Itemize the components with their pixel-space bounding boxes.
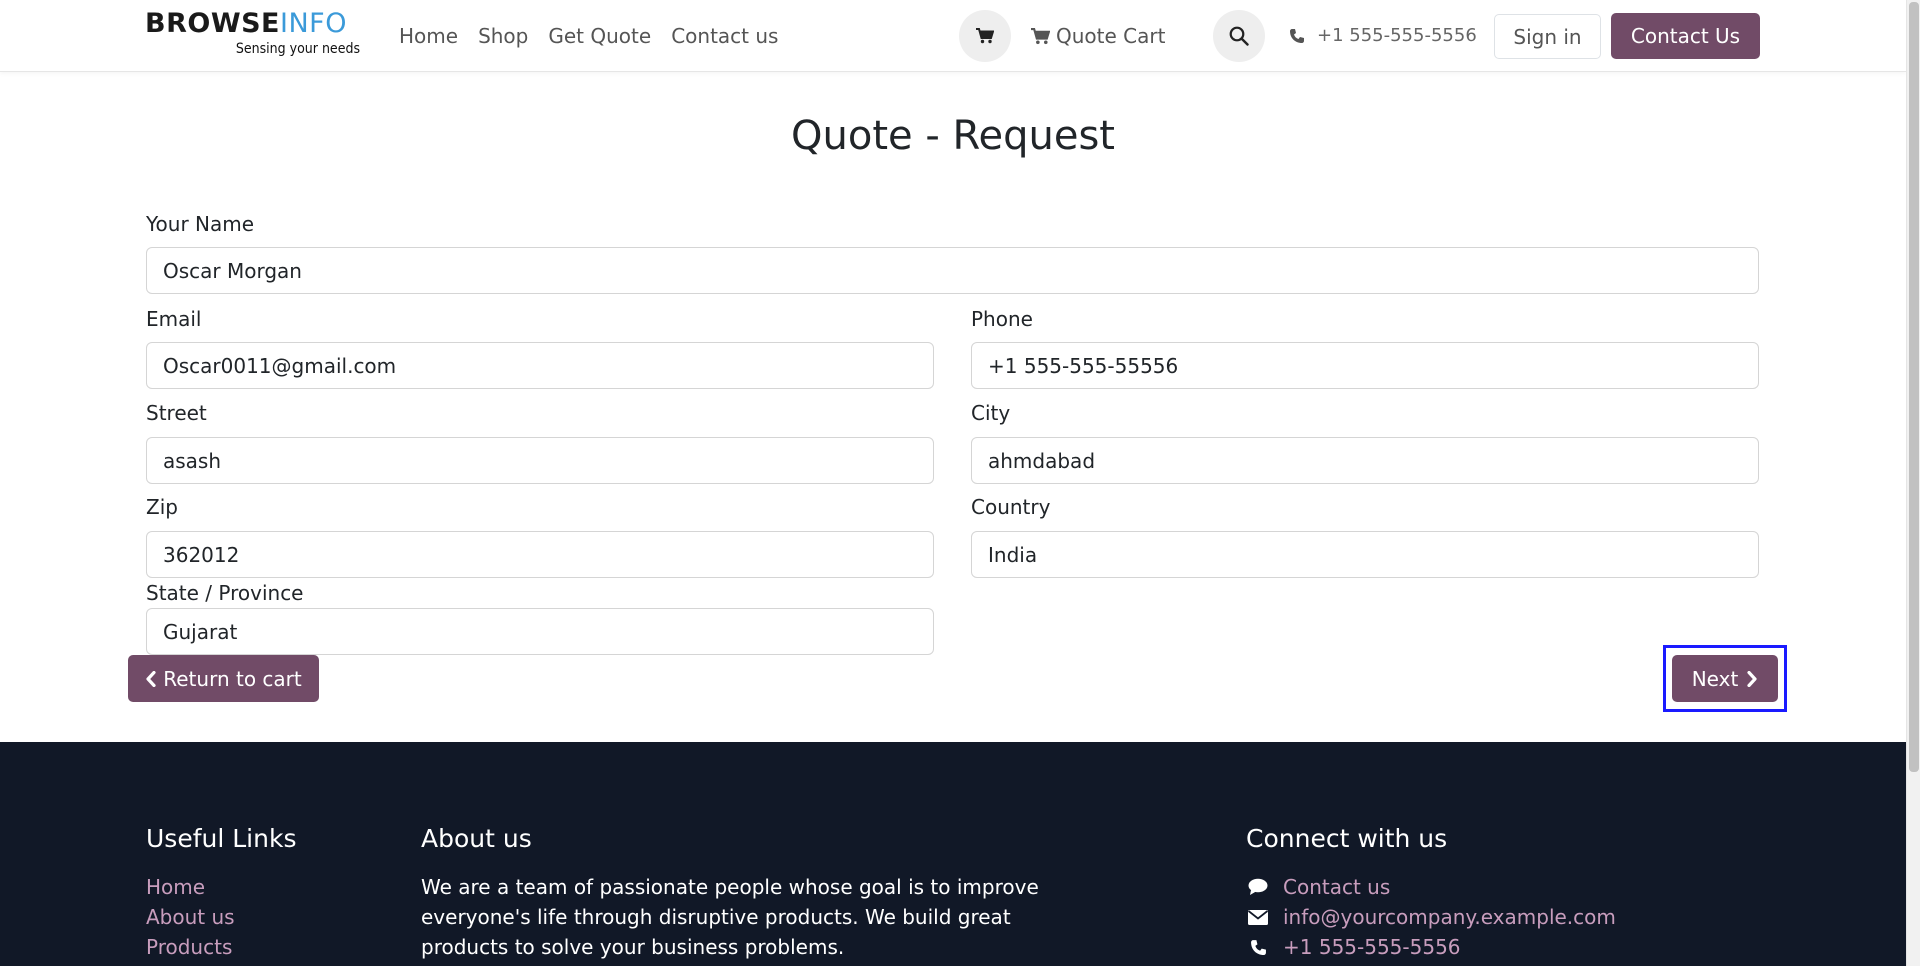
email-field[interactable] — [146, 342, 934, 389]
search-button[interactable] — [1213, 10, 1265, 62]
city-label: City — [971, 401, 1011, 425]
name-label: Your Name — [146, 212, 255, 236]
contact-us-button[interactable]: Contact Us — [1611, 13, 1760, 59]
sign-in-button[interactable]: Sign in — [1494, 14, 1601, 59]
phone-icon — [1250, 939, 1266, 955]
nav-get-quote[interactable]: Get Quote — [548, 22, 651, 50]
about-us-text: We are a team of passionate people whose… — [421, 875, 1039, 959]
name-field[interactable] — [146, 247, 1759, 294]
next-button[interactable]: Next — [1672, 655, 1778, 702]
footer-email-text: info@yourcompany.example.com — [1283, 905, 1616, 929]
footer-link-home[interactable]: Home — [146, 873, 205, 901]
browseinfo-logo[interactable]: BROWSEINFO Sensing your needs — [145, 8, 360, 64]
envelope-icon — [1248, 909, 1268, 925]
page-title: Quote - Request — [791, 113, 1115, 159]
footer-link-about-us[interactable]: About us — [146, 903, 235, 931]
zip-field[interactable] — [146, 531, 934, 578]
header-phone-number: +1 555-555-5556 — [1317, 25, 1477, 46]
quote-cart-link[interactable]: Quote Cart — [1031, 22, 1165, 50]
return-to-cart-label: Return to cart — [163, 666, 302, 691]
street-field[interactable] — [146, 437, 934, 484]
header-phone[interactable]: +1 555-555-5556 — [1289, 24, 1477, 48]
state-field[interactable] — [146, 608, 934, 655]
comment-icon — [1248, 878, 1268, 895]
return-to-cart-button[interactable]: Return to cart — [128, 655, 319, 702]
phone-field[interactable] — [971, 342, 1759, 389]
street-label: Street — [146, 401, 207, 425]
footer-email-link[interactable]: info@yourcompany.example.com — [1247, 903, 1616, 931]
site-header: BROWSEINFO Sensing your needs Home Shop … — [0, 0, 1906, 72]
nav-home[interactable]: Home — [399, 22, 458, 50]
search-icon — [1229, 26, 1249, 46]
phone-label: Phone — [971, 307, 1033, 331]
scrollbar-thumb[interactable] — [1909, 2, 1919, 772]
footer-phone-text: +1 555-555-5556 — [1283, 935, 1461, 959]
connect-heading: Connect with us — [1246, 824, 1448, 853]
country-field[interactable] — [971, 531, 1759, 578]
logo-wordmark: BROWSEINFO — [145, 8, 347, 39]
main-nav: Home Shop Get Quote Contact us — [399, 22, 798, 50]
cart-icon — [1031, 27, 1050, 44]
page-scrollbar[interactable] — [1906, 0, 1920, 966]
phone-icon — [1290, 29, 1304, 43]
about-us-heading: About us — [421, 824, 532, 853]
email-label: Email — [146, 307, 202, 331]
state-label: State / Province — [146, 581, 304, 605]
city-field[interactable] — [971, 437, 1759, 484]
country-label: Country — [971, 495, 1051, 519]
next-label: Next — [1691, 666, 1739, 691]
useful-links-heading: Useful Links — [146, 824, 297, 853]
cart-icon — [976, 28, 994, 44]
nav-shop[interactable]: Shop — [478, 22, 528, 50]
footer-contact-link[interactable]: Contact us — [1247, 873, 1390, 901]
footer-link-products[interactable]: Products — [146, 933, 232, 961]
quote-cart-label: Quote Cart — [1056, 24, 1166, 48]
chevron-left-icon — [146, 670, 156, 687]
site-footer: Useful Links Home About us Products Abou… — [0, 742, 1906, 966]
zip-label: Zip — [146, 495, 178, 519]
chevron-right-icon — [1747, 670, 1757, 687]
nav-contact-us[interactable]: Contact us — [671, 22, 778, 50]
footer-phone-link[interactable]: +1 555-555-5556 — [1247, 933, 1461, 961]
footer-contact-text: Contact us — [1283, 875, 1391, 899]
cart-button[interactable] — [959, 10, 1011, 62]
logo-tagline: Sensing your needs — [235, 41, 360, 57]
